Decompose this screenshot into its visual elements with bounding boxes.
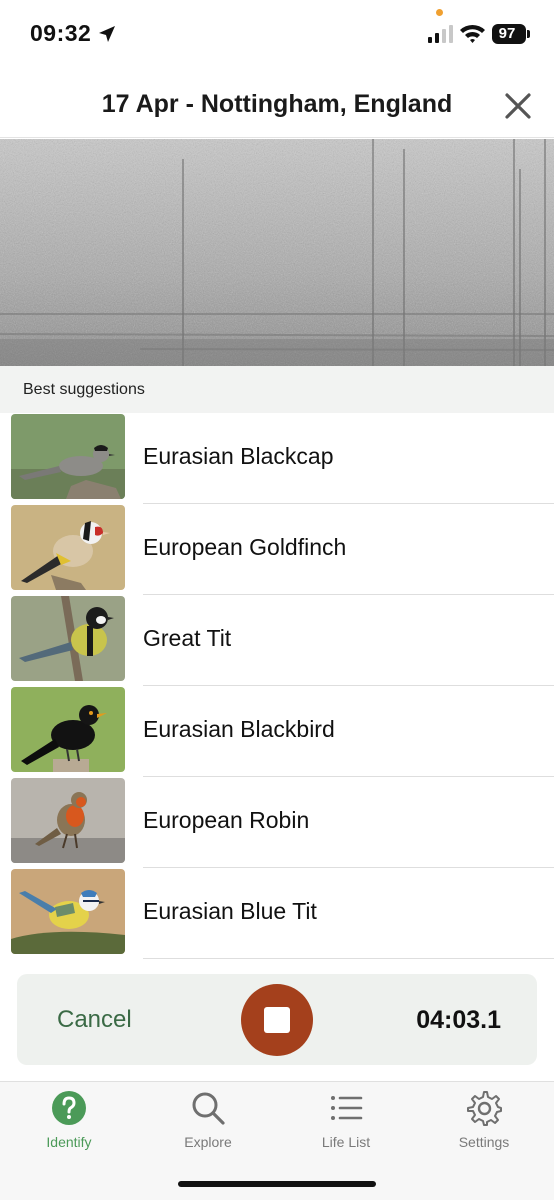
privacy-indicator bbox=[436, 9, 443, 16]
bird-photo bbox=[11, 505, 125, 590]
wifi-icon bbox=[460, 24, 485, 43]
status-time: 09:32 bbox=[30, 20, 92, 46]
species-name: European Goldfinch bbox=[143, 534, 347, 560]
species-name: European Robin bbox=[143, 807, 310, 833]
bird-photo bbox=[11, 869, 125, 954]
list-icon bbox=[331, 1096, 363, 1120]
section-label: Best suggestions bbox=[23, 381, 145, 398]
tab-identify[interactable]: Identify bbox=[4, 1090, 134, 1160]
signal-icon bbox=[428, 25, 453, 43]
stop-icon bbox=[264, 1007, 290, 1033]
tab-label: Life List bbox=[321, 1134, 371, 1150]
suggestions-list: Eurasian Blackcap European Goldfinch Gre… bbox=[0, 413, 554, 959]
tab-explore[interactable]: Explore bbox=[143, 1090, 273, 1160]
species-name: Eurasian Blue Tit bbox=[143, 898, 317, 924]
search-icon bbox=[192, 1092, 225, 1125]
tab-settings[interactable]: Settings bbox=[419, 1090, 549, 1160]
tab-label: Settings bbox=[458, 1134, 510, 1150]
list-item[interactable]: Eurasian Blackcap bbox=[0, 413, 554, 504]
spectrogram-image bbox=[0, 139, 554, 366]
spectrogram[interactable] bbox=[0, 139, 554, 366]
cancel-button[interactable]: Cancel bbox=[57, 1006, 132, 1034]
section-header: Best suggestions bbox=[0, 366, 554, 413]
list-item[interactable]: European Goldfinch bbox=[0, 504, 554, 595]
tab-label: Identify bbox=[46, 1134, 92, 1150]
species-name: Eurasian Blackbird bbox=[143, 716, 335, 742]
list-item[interactable]: Eurasian Blue Tit bbox=[0, 868, 554, 959]
bird-photo bbox=[11, 778, 125, 863]
header: 17 Apr - Nottingham, England bbox=[0, 70, 554, 138]
close-icon[interactable] bbox=[500, 88, 536, 124]
stop-recording-button[interactable] bbox=[241, 984, 313, 1056]
status-bar: 09:32 97 bbox=[0, 0, 554, 70]
list-item[interactable]: European Robin bbox=[0, 777, 554, 868]
species-name: Great Tit bbox=[143, 625, 232, 651]
question-icon bbox=[52, 1091, 86, 1125]
bird-photo bbox=[11, 414, 125, 499]
recording-controls: Cancel 04:03.1 bbox=[17, 974, 537, 1065]
location-arrow-icon bbox=[99, 26, 115, 42]
tab-life-list[interactable]: Life List bbox=[281, 1090, 411, 1160]
battery-icon: 97 bbox=[492, 24, 530, 44]
list-item[interactable]: Great Tit bbox=[0, 595, 554, 686]
bird-photo bbox=[11, 596, 125, 681]
tab-label: Explore bbox=[184, 1134, 232, 1150]
recording-timer: 04:03.1 bbox=[416, 1006, 501, 1034]
species-name: Eurasian Blackcap bbox=[143, 443, 334, 469]
home-indicator[interactable] bbox=[178, 1181, 376, 1187]
battery-level: 97 bbox=[498, 25, 516, 42]
bird-photo bbox=[11, 687, 125, 772]
list-item[interactable]: Eurasian Blackbird bbox=[0, 686, 554, 777]
gear-icon bbox=[467, 1091, 502, 1126]
page-title: 17 Apr - Nottingham, England bbox=[101, 90, 453, 118]
